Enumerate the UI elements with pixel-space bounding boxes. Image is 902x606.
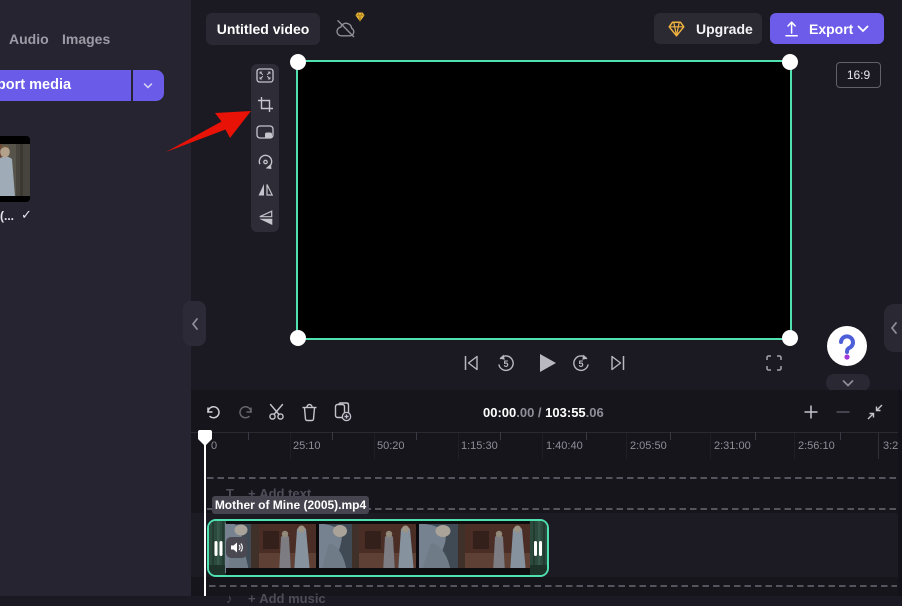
svg-text:5: 5 <box>578 359 583 369</box>
svg-text:5: 5 <box>503 359 508 369</box>
